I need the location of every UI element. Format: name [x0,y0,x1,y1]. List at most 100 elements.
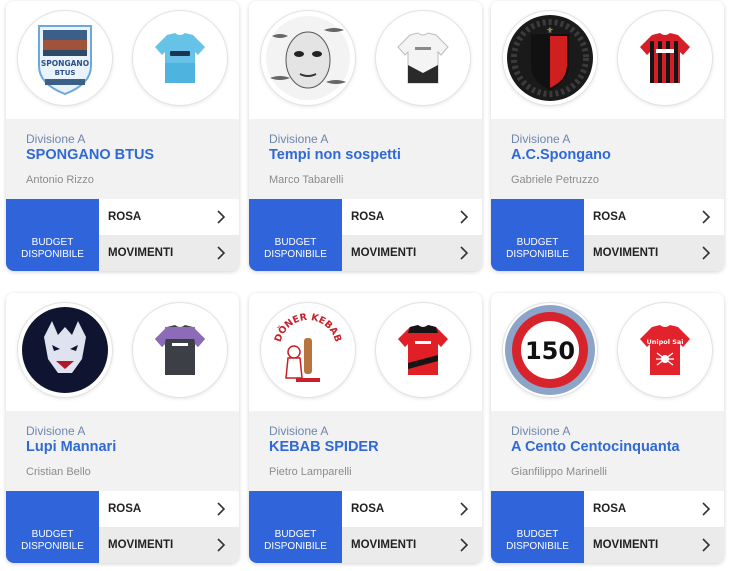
budget-label-line2: DISPONIBILE [506,541,569,552]
budget-label-line1: BUDGET [516,529,559,540]
rosa-label: ROSA [351,503,385,515]
chevron-right-icon [702,538,711,552]
owner-name: Gabriele Petruzzo [511,174,600,186]
movimenti-label: MOVIMENTI [351,539,417,551]
team-logos: DÖNER KEBAB [249,293,482,411]
budget-label-line1: BUDGET [31,237,74,248]
team-logo-spongano-btus: SPONGANO BTUS [18,11,112,105]
team-logos: SPONGANO BTUS [6,1,239,119]
division-label: Divisione A [269,132,329,146]
rosa-label: ROSA [593,503,627,515]
movimenti-button[interactable]: MOVIMENTI [584,235,724,271]
btus-crest-text: BTUS [55,69,76,77]
division-label: Divisione A [26,132,86,146]
team-card: SPONGANO BTUS Divisione A SPONGANO BTUS … [6,1,239,271]
movimenti-button[interactable]: MOVIMENTI [584,527,724,563]
budget-disponibile-button[interactable]: BUDGET DISPONIBILE [491,199,584,271]
team-info: Divisione A A Cento Centocinquanta Gianf… [491,411,724,491]
chevron-right-icon [460,502,469,516]
budget-label-line2: DISPONIBILE [506,249,569,260]
spongano-crest-text: SPONGANO [41,59,89,68]
chevron-right-icon [702,502,711,516]
owner-name: Cristian Bello [26,466,91,478]
movimenti-label: MOVIMENTI [593,247,659,259]
team-card: ⚜ Divisione A A.C.Spongano Gabriele Petr… [491,1,724,271]
sponsor-text: Unipol Sai [646,338,683,346]
team-shirt-red-black [618,11,712,105]
rosa-label: ROSA [593,211,627,223]
chevron-right-icon [217,210,226,224]
budget-disponibile-button[interactable]: BUDGET DISPONIBILE [249,199,342,271]
rosa-button[interactable]: ROSA [99,199,239,235]
rosa-button[interactable]: ROSA [342,491,482,527]
division-label: Divisione A [269,424,329,438]
speed-limit-text: 150 [525,337,575,365]
movimenti-button[interactable]: MOVIMENTI [99,527,239,563]
team-card: DÖNER KEBAB Divisione A KEBAB SPIDER Pie… [249,293,482,563]
budget-label-line2: DISPONIBILE [21,541,84,552]
team-info: Divisione A Tempi non sospetti Marco Tab… [249,119,482,199]
budget-disponibile-button[interactable]: BUDGET DISPONIBILE [6,199,99,271]
team-info: Divisione A SPONGANO BTUS Antonio Rizzo [6,119,239,199]
division-label: Divisione A [511,132,571,146]
rosa-button[interactable]: ROSA [99,491,239,527]
chevron-right-icon [702,246,711,260]
chevron-right-icon [460,210,469,224]
owner-name: Marco Tabarelli [269,174,344,186]
card-actions: BUDGET DISPONIBILE ROSA MOVIMENTI [249,491,482,563]
movimenti-label: MOVIMENTI [351,247,417,259]
budget-label-line2: DISPONIBILE [21,249,84,260]
chevron-right-icon [217,538,226,552]
movimenti-button[interactable]: MOVIMENTI [342,235,482,271]
rosa-button[interactable]: ROSA [584,491,724,527]
svg-text:⚜: ⚜ [546,26,553,35]
rosa-button[interactable]: ROSA [584,199,724,235]
budget-label-line1: BUDGET [31,529,74,540]
movimenti-button[interactable]: MOVIMENTI [342,527,482,563]
movimenti-button[interactable]: MOVIMENTI [99,235,239,271]
budget-label-line2: DISPONIBILE [264,249,327,260]
chevron-right-icon [460,538,469,552]
movimenti-label: MOVIMENTI [108,539,174,551]
chevron-right-icon [217,502,226,516]
rosa-label: ROSA [108,211,142,223]
team-logo-face-fish [261,11,355,105]
card-actions: BUDGET DISPONIBILE ROSA MOVIMENTI [6,199,239,271]
budget-disponibile-button[interactable]: BUDGET DISPONIBILE [6,491,99,563]
owner-name: Antonio Rizzo [26,174,94,186]
team-card: 150 Unipol Sai Divisione A A Cento Cento… [491,293,724,563]
team-name[interactable]: A.C.Spongano [511,147,611,163]
team-name[interactable]: KEBAB SPIDER [269,439,379,455]
team-logo-ac-spongano: ⚜ [503,11,597,105]
chevron-right-icon [702,210,711,224]
team-shirt-sky-blue [133,11,227,105]
team-logos [249,1,482,119]
team-info: Divisione A KEBAB SPIDER Pietro Lamparel… [249,411,482,491]
team-shirt-white [376,11,470,105]
team-name[interactable]: A Cento Centocinquanta [511,439,680,455]
team-name[interactable]: Tempi non sospetti [269,147,401,163]
team-logo-werewolf [18,303,112,397]
team-logo-doner-kebab: DÖNER KEBAB [261,303,355,397]
team-logos [6,293,239,411]
budget-disponibile-button[interactable]: BUDGET DISPONIBILE [491,491,584,563]
rosa-label: ROSA [351,211,385,223]
budget-label-line2: DISPONIBILE [264,541,327,552]
card-actions: BUDGET DISPONIBILE ROSA MOVIMENTI [491,199,724,271]
team-card: Divisione A Lupi Mannari Cristian Bello … [6,293,239,563]
chevron-right-icon [460,246,469,260]
chevron-right-icon [217,246,226,260]
card-actions: BUDGET DISPONIBILE ROSA MOVIMENTI [249,199,482,271]
card-actions: BUDGET DISPONIBILE ROSA MOVIMENTI [6,491,239,563]
team-logos: 150 Unipol Sai [491,293,724,411]
team-card: Divisione A Tempi non sospetti Marco Tab… [249,1,482,271]
team-shirt-purple-grey [133,303,227,397]
budget-disponibile-button[interactable]: BUDGET DISPONIBILE [249,491,342,563]
team-name[interactable]: SPONGANO BTUS [26,147,154,163]
division-label: Divisione A [511,424,571,438]
team-info: Divisione A A.C.Spongano Gabriele Petruz… [491,119,724,199]
budget-label-line1: BUDGET [516,237,559,248]
owner-name: Gianfilippo Marinelli [511,466,607,478]
team-name[interactable]: Lupi Mannari [26,439,116,455]
rosa-button[interactable]: ROSA [342,199,482,235]
